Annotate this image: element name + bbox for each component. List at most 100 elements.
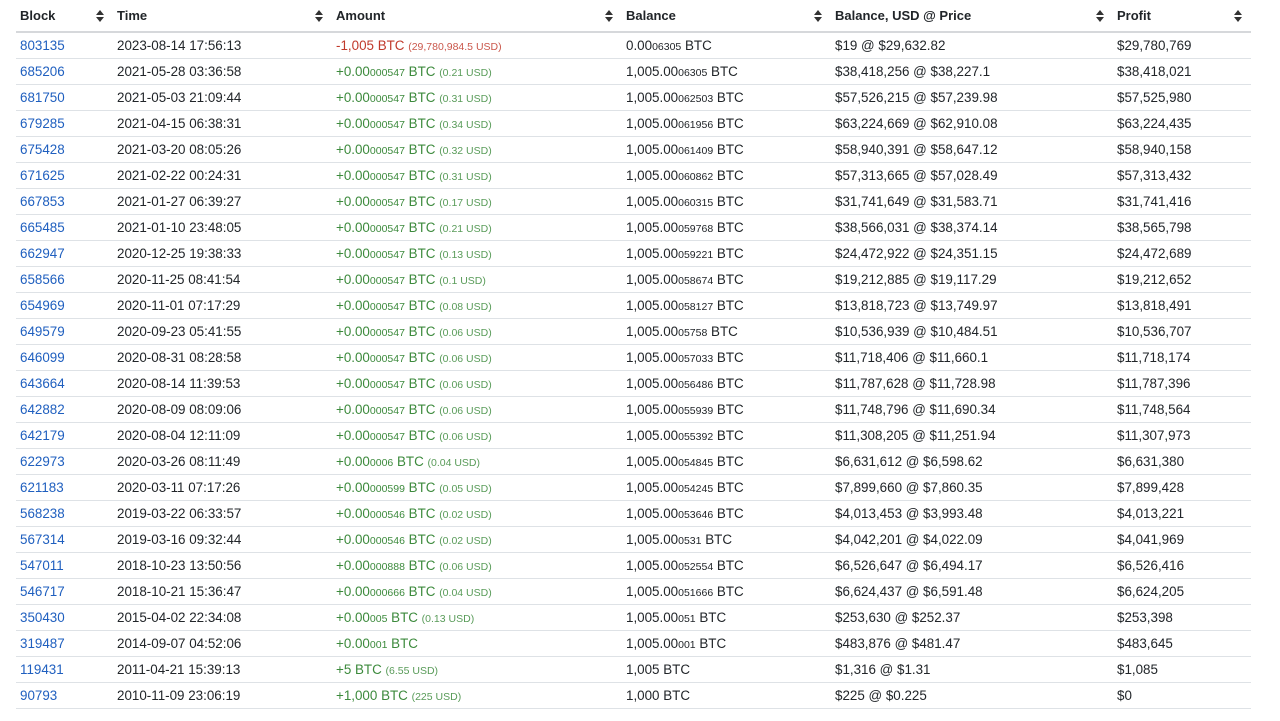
amount-small-digits: 000547 — [369, 353, 405, 365]
sort-icon[interactable] — [1096, 10, 1104, 22]
block-link[interactable]: 568238 — [20, 506, 65, 521]
amount-cell: +0.00000547 BTC (0.06 USD) — [332, 318, 622, 345]
block-link[interactable]: 646099 — [20, 350, 65, 365]
time-cell: 2021-05-03 21:09:44 — [113, 84, 332, 111]
block-link[interactable]: 567314 — [20, 532, 65, 547]
profit-cell: $253,398 — [1113, 604, 1251, 631]
amount-main: +0.00 — [336, 454, 370, 469]
balance-unit: BTC — [713, 168, 744, 183]
sort-icon[interactable] — [814, 10, 822, 22]
block-link[interactable]: 681750 — [20, 90, 65, 105]
column-label: Balance, USD @ Price — [835, 8, 972, 23]
block-link[interactable]: 649579 — [20, 324, 65, 339]
block-link[interactable]: 622973 — [20, 454, 65, 469]
block-link[interactable]: 671625 — [20, 168, 65, 183]
amount-cell: +0.00000547 BTC (0.31 USD) — [332, 162, 622, 189]
block-link[interactable]: 665485 — [20, 220, 65, 235]
amount-usd: (0.1 USD) — [439, 275, 486, 287]
amount-usd: (0.05 USD) — [439, 483, 492, 495]
amount-small-digits: 000547 — [369, 405, 405, 417]
sort-icon[interactable] — [96, 10, 104, 22]
sort-icon[interactable] — [1234, 10, 1242, 22]
amount-usd: (0.21 USD) — [439, 223, 492, 235]
column-header-time[interactable]: Time — [113, 0, 332, 33]
column-label: Time — [117, 8, 148, 23]
block-cell: 568238 — [16, 500, 113, 527]
table-row: 350430 2015-04-02 22:34:08 +0.00005 BTC (0… — [16, 604, 1251, 631]
table-body: 803135 2023-08-14 17:56:13 -1,005 BTC (29,… — [16, 32, 1251, 709]
balance-main: 1,005.00 — [626, 324, 679, 339]
block-link[interactable]: 662947 — [20, 246, 65, 261]
amount-usd: (0.17 USD) — [439, 197, 492, 209]
amount-cell: +0.00000547 BTC (0.06 USD) — [332, 396, 622, 423]
balance-usd-cell: $225 @ $0.225 — [831, 682, 1113, 709]
balance-usd-cell: $13,818,723 @ $13,749.97 — [831, 292, 1113, 319]
table-row: 649579 2020-09-23 05:41:55 +0.00000547 BTC… — [16, 318, 1251, 345]
table-row: 654969 2020-11-01 07:17:29 +0.00000547 BTC… — [16, 292, 1251, 319]
profit-cell: $6,526,416 — [1113, 552, 1251, 579]
block-link[interactable]: 643664 — [20, 376, 65, 391]
balance-main: 1,005.00 — [626, 142, 679, 157]
column-header-block[interactable]: Block — [16, 0, 113, 33]
balance-usd-cell: $38,418,256 @ $38,227.1 — [831, 58, 1113, 85]
balance-unit: BTC — [713, 194, 744, 209]
amount-unit: BTC — [404, 324, 436, 339]
amount-unit: BTC — [404, 220, 436, 235]
block-link[interactable]: 546717 — [20, 584, 65, 599]
block-link[interactable]: 654969 — [20, 298, 65, 313]
amount-unit: BTC — [404, 116, 436, 131]
profit-cell: $11,748,564 — [1113, 396, 1251, 423]
balance-cell: 1,005.00052554 BTC — [622, 552, 831, 579]
block-link[interactable]: 675428 — [20, 142, 65, 157]
block-link[interactable]: 667853 — [20, 194, 65, 209]
column-header-balance-usd[interactable]: Balance, USD @ Price — [831, 0, 1113, 33]
amount-cell: +0.00000547 BTC (0.21 USD) — [332, 58, 622, 85]
amount-unit: BTC — [387, 610, 418, 625]
column-header-profit[interactable]: Profit — [1113, 0, 1251, 33]
amount-main: +0.00 — [336, 402, 370, 417]
balance-unit: BTC — [659, 662, 691, 677]
amount-main: +0.00 — [336, 272, 370, 287]
table-row: 665485 2021-01-10 23:48:05 +0.00000547 BTC… — [16, 214, 1251, 241]
block-link[interactable]: 350430 — [20, 610, 65, 625]
balance-small-digits: 05758 — [678, 327, 708, 339]
block-link[interactable]: 803135 — [20, 38, 65, 53]
block-link[interactable]: 642882 — [20, 402, 65, 417]
profit-cell: $57,525,980 — [1113, 84, 1251, 111]
balance-cell: 1,005.00061409 BTC — [622, 136, 831, 163]
amount-cell: +0.00000547 BTC (0.21 USD) — [332, 214, 622, 241]
profit-cell: $10,536,707 — [1113, 318, 1251, 345]
amount-cell: +0.000006 BTC (0.04 USD) — [332, 448, 622, 475]
block-link[interactable]: 621183 — [20, 480, 64, 495]
block-link[interactable]: 119431 — [20, 662, 64, 677]
amount-unit: BTC — [404, 428, 436, 443]
balance-unit: BTC — [713, 584, 744, 599]
column-header-amount[interactable]: Amount — [332, 0, 622, 33]
time-cell: 2010-11-09 23:06:19 — [113, 682, 332, 709]
amount-main: +5 — [336, 662, 352, 677]
block-link[interactable]: 319487 — [20, 636, 65, 651]
block-link[interactable]: 685206 — [20, 64, 65, 79]
amount-unit: BTC — [404, 168, 436, 183]
balance-usd-cell: $4,042,201 @ $4,022.09 — [831, 526, 1113, 553]
column-header-balance[interactable]: Balance — [622, 0, 831, 33]
time-cell: 2020-11-25 08:41:54 — [113, 266, 332, 293]
sort-icon[interactable] — [605, 10, 613, 22]
block-link[interactable]: 679285 — [20, 116, 65, 131]
amount-small-digits: 000546 — [369, 509, 405, 521]
table-header-row: Block Time Amount Balance Balance, USD @… — [16, 0, 1251, 33]
balance-cell: 1,005.00054245 BTC — [622, 474, 831, 501]
block-link[interactable]: 90793 — [20, 688, 57, 703]
amount-cell: -1,005 BTC (29,780,984.5 USD) — [332, 32, 622, 59]
block-link[interactable]: 642179 — [20, 428, 65, 443]
time-cell: 2020-08-31 08:28:58 — [113, 344, 332, 371]
amount-usd: (0.06 USD) — [439, 379, 492, 391]
sort-icon[interactable] — [315, 10, 323, 22]
table-row: 90793 2010-11-09 23:06:19 +1,000 BTC (225 … — [16, 682, 1251, 709]
block-link[interactable]: 547011 — [20, 558, 64, 573]
amount-unit: BTC — [404, 194, 436, 209]
table-row: 646099 2020-08-31 08:28:58 +0.00000547 BTC… — [16, 344, 1251, 371]
block-link[interactable]: 658566 — [20, 272, 65, 287]
balance-cell: 1,005.00061956 BTC — [622, 110, 831, 137]
profit-cell: $11,718,174 — [1113, 344, 1251, 371]
